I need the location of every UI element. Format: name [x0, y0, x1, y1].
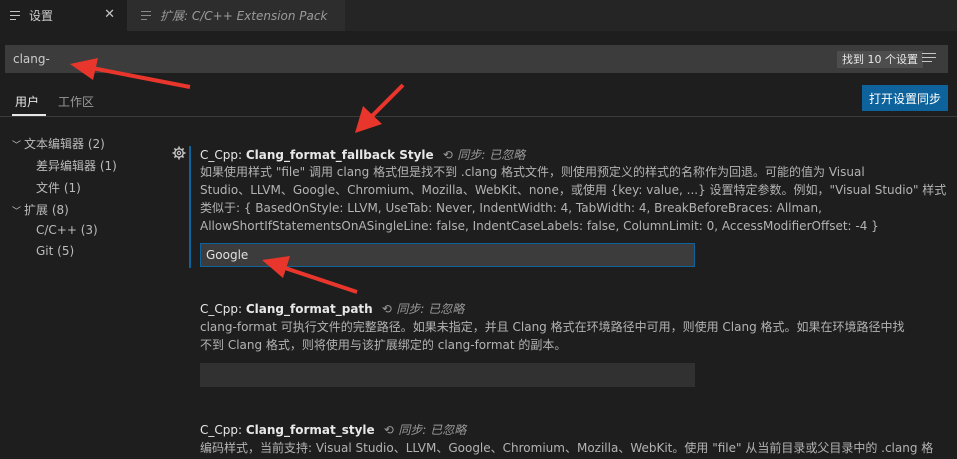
settings-file-icon: [10, 11, 20, 20]
extension-file-icon: [141, 11, 151, 20]
toc-item-cpp[interactable]: C/C++ (3): [36, 223, 98, 237]
active-tab-indicator: [12, 114, 46, 116]
editor-tab-bar: 设置 ✕ 扩展: C/C++ Extension Pack: [0, 0, 957, 31]
divider: [0, 116, 957, 117]
open-settings-sync-button[interactable]: 打开设置同步: [862, 85, 948, 111]
setting-title-fallback-style: C_Cpp: Clang_format_fallback Style ⟲ 同步:…: [200, 148, 526, 162]
sync-ignored-note: ⟲ 同步: 已忽略: [382, 302, 465, 316]
result-count-badge: 找到 10 个设置: [837, 51, 923, 68]
close-icon[interactable]: ✕: [104, 7, 115, 22]
format-path-input[interactable]: [200, 363, 695, 387]
focused-setting-indicator: [189, 146, 191, 268]
arrow-to-input: [284, 266, 358, 294]
tab-extension-label: 扩展: C/C++ Extension Pack: [160, 9, 328, 23]
toc-item-text-editor[interactable]: ﹀ 文本编辑器 (2): [12, 135, 105, 152]
tab-settings-label: 设置: [29, 9, 54, 23]
search-input[interactable]: clang-: [13, 52, 50, 66]
setting-title-format-style: C_Cpp: Clang_format_style ⟲ 同步: 已忽略: [200, 423, 467, 437]
tab-extension[interactable]: 扩展: C/C++ Extension Pack: [127, 0, 345, 31]
settings-search-box[interactable]: clang- 找到 10 个设置: [5, 45, 948, 73]
chevron-down-icon: ﹀: [12, 141, 22, 151]
fallback-style-input[interactable]: Google: [200, 243, 695, 267]
gear-icon[interactable]: [172, 146, 186, 160]
setting-description-fallback-style: 如果使用样式 "file" 调用 clang 格式但是找不到 .clang 格式…: [200, 165, 947, 233]
tab-settings[interactable]: 设置 ✕: [0, 0, 127, 31]
toc-item-diff-editor[interactable]: 差异编辑器 (1): [36, 157, 117, 174]
sync-ignored-note: ⟲ 同步: 已忽略: [384, 423, 467, 437]
arrow-to-title: [368, 83, 405, 120]
setting-description-format-style: 编码样式，当前支持: Visual Studio、LLVM、Google、Chr…: [200, 441, 934, 455]
setting-description-format-path: clang-format 可执行文件的完整路径。如果未指定，并且 Clang 格…: [200, 320, 905, 352]
toc-item-files[interactable]: 文件 (1): [36, 179, 81, 196]
toc-item-git[interactable]: Git (5): [36, 244, 74, 258]
sync-ignored-note: ⟲ 同步: 已忽略: [443, 148, 526, 162]
tab-user[interactable]: 用户: [15, 93, 39, 110]
clear-filter-icon[interactable]: [922, 53, 936, 65]
setting-title-format-path: C_Cpp: Clang_format_path ⟲ 同步: 已忽略: [200, 302, 465, 316]
arrow-head: [355, 106, 382, 133]
toc-item-extensions[interactable]: ﹀ 扩展 (8): [12, 201, 69, 218]
chevron-down-icon: ﹀: [12, 207, 22, 217]
tab-workspace[interactable]: 工作区: [58, 93, 94, 110]
